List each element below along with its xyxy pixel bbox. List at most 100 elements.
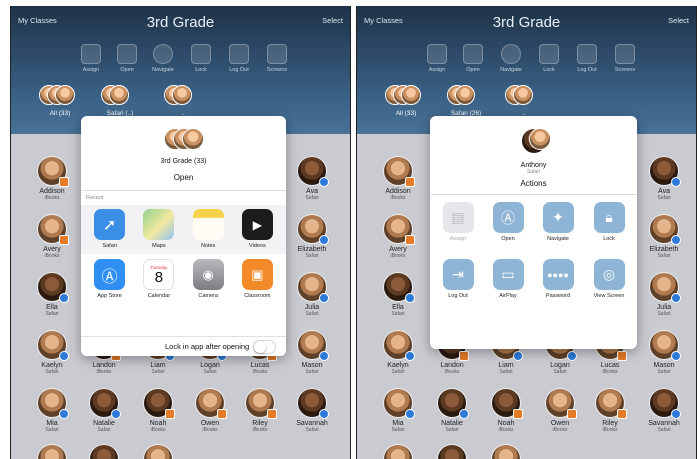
student-name: Noah	[149, 420, 167, 427]
student-tile[interactable]: Addison iBooks	[25, 156, 79, 201]
student-tile[interactable]: Noah iBooks	[479, 388, 533, 433]
student-tile[interactable]: Mason Safari	[285, 330, 339, 375]
action-airplay[interactable]: ▭ AirPlay	[484, 259, 532, 299]
student-app: Safari	[305, 195, 319, 201]
student-tile[interactable]: Elizabeth Safari	[637, 214, 691, 259]
lock-in-app-toggle[interactable]	[253, 340, 276, 354]
student-app: Safari	[45, 311, 59, 317]
toolbar-navigate[interactable]: Navigate	[145, 44, 181, 73]
action-logout[interactable]: ⇥ Log Out	[434, 259, 482, 299]
toolbar-navigate[interactable]: Navigate	[493, 44, 529, 73]
app-videos[interactable]: ▶ Videos	[235, 209, 279, 249]
toolbar-assign[interactable]: Assign	[419, 44, 455, 73]
student-tile[interactable]: Avery iBooks	[371, 214, 425, 259]
toolbar-lock[interactable]: Lock	[531, 44, 567, 73]
toolbar-logout[interactable]: Log Out	[569, 44, 605, 73]
select-button[interactable]: Select	[322, 16, 343, 25]
action-view-screen[interactable]: ◎ View Screen	[585, 259, 633, 299]
password-icon: ●●●●	[542, 259, 574, 290]
select-button[interactable]: Select	[668, 16, 689, 25]
toolbar-screens[interactable]: Screens	[607, 44, 643, 73]
group-title: 3rd Grade (33)	[160, 158, 207, 165]
avatar	[143, 388, 175, 419]
student-tile[interactable]: Riley iBooks	[233, 388, 287, 433]
avatar	[37, 272, 69, 303]
screens-icon	[615, 44, 635, 64]
student-tile[interactable]: Owen iBooks	[183, 388, 237, 433]
student-tile[interactable]: Savannah Safari	[285, 388, 339, 433]
student-tile[interactable]: Natalie Safari	[77, 388, 131, 433]
avatar	[89, 444, 119, 459]
app-classroom[interactable]: ▣ Classroom	[235, 259, 279, 299]
student-tile[interactable]	[77, 444, 131, 459]
student-tile[interactable]: Ella Safari	[25, 272, 79, 317]
student-tile[interactable]: Savannah Safari	[637, 388, 691, 433]
toolbar-screens[interactable]: Screens	[259, 44, 295, 73]
toolbar-logout[interactable]: Log Out	[221, 44, 257, 73]
student-tile[interactable]: Owen iBooks	[533, 388, 587, 433]
student-tile[interactable]: Ella Safari	[371, 272, 425, 317]
logout-icon: ⇥	[442, 259, 474, 290]
avatar	[545, 388, 577, 419]
action-navigate[interactable]: ✦ Navigate	[534, 202, 582, 242]
ibooks-badge-icon	[59, 235, 69, 245]
action-open[interactable]: Ⓐ Open	[484, 202, 532, 242]
ibooks-badge-icon	[217, 409, 227, 419]
student-tile[interactable]: Addison iBooks	[371, 156, 425, 201]
app-safari[interactable]: ➚ Safari	[88, 209, 132, 249]
app-calendar[interactable]: Tuesday 8 Calendar	[137, 259, 181, 299]
student-tile[interactable]: Julia Safari	[285, 272, 339, 317]
student-name: Ella	[392, 304, 404, 311]
student-tile[interactable]: Natalie Safari	[425, 388, 479, 433]
ibooks-badge-icon	[617, 351, 627, 361]
avatar	[297, 214, 329, 245]
student-tile[interactable]: Ava Safari	[285, 156, 339, 201]
action-lock[interactable]: 🔒︎ Lock	[585, 202, 633, 242]
student-tile[interactable]: Julia Safari	[637, 272, 691, 317]
group-all[interactable]: All (33)	[33, 85, 87, 117]
student-tile[interactable]: Avery iBooks	[25, 214, 79, 259]
action-password[interactable]: ●●●● Password	[534, 259, 582, 299]
student-tile[interactable]: Noah iBooks	[131, 388, 185, 433]
student-tile[interactable]: Riley iBooks	[583, 388, 637, 433]
student-app: Safari	[391, 427, 405, 433]
app-notes[interactable]: Notes	[186, 209, 230, 249]
student-tile[interactable]: Mia Safari	[25, 388, 79, 433]
toolbar-label: Assign	[428, 67, 446, 73]
student-tile[interactable]: Ava Safari	[637, 156, 691, 201]
student-actions-popover: Anthony Safari Actions ▤ Assign Ⓐ Open ✦ Na…	[430, 116, 637, 349]
app-store-icon	[463, 44, 483, 64]
toolbar-assign[interactable]: Assign	[73, 44, 109, 73]
student-tile[interactable]	[479, 444, 533, 459]
camera-icon: ◉	[192, 259, 224, 290]
student-name: Riley	[602, 420, 618, 427]
student-app: Safari	[657, 427, 671, 433]
group-safari[interactable]: Safari (26)	[439, 85, 493, 117]
student-tile[interactable]: Kaelyn Safari	[25, 330, 79, 375]
group-other[interactable]: ..	[497, 85, 551, 117]
student-tile[interactable]: Elizabeth Safari	[285, 214, 339, 259]
student-tile[interactable]	[425, 444, 479, 459]
app-camera[interactable]: ◉ Camera	[186, 259, 230, 299]
toolbar-lock[interactable]: Lock	[183, 44, 219, 73]
student-name: Avery	[43, 246, 61, 253]
group-other[interactable]: ..	[156, 85, 210, 117]
student-tile[interactable]: Kaelyn Safari	[371, 330, 425, 375]
student-tile[interactable]	[25, 444, 79, 459]
student-tile[interactable]: Mia Safari	[371, 388, 425, 433]
student-app: iBooks	[602, 427, 618, 433]
ibooks-badge-icon	[405, 235, 415, 245]
student-app: iBooks	[44, 253, 60, 259]
app-app-store[interactable]: Ⓐ App Store	[88, 259, 132, 299]
action-label: View Screen	[593, 293, 625, 299]
group-safari[interactable]: Safari (..)	[93, 85, 147, 117]
student-tile[interactable]: Mason Safari	[637, 330, 691, 375]
student-tile[interactable]	[371, 444, 425, 459]
toolbar-open[interactable]: Open	[109, 44, 145, 73]
toolbar-open[interactable]: Open	[455, 44, 491, 73]
student-tile[interactable]	[131, 444, 185, 459]
safari-badge-icon	[59, 351, 69, 361]
group-all[interactable]: All (33)	[379, 85, 433, 117]
toolbar-label: Screens	[614, 67, 636, 73]
app-maps[interactable]: Maps	[137, 209, 181, 249]
